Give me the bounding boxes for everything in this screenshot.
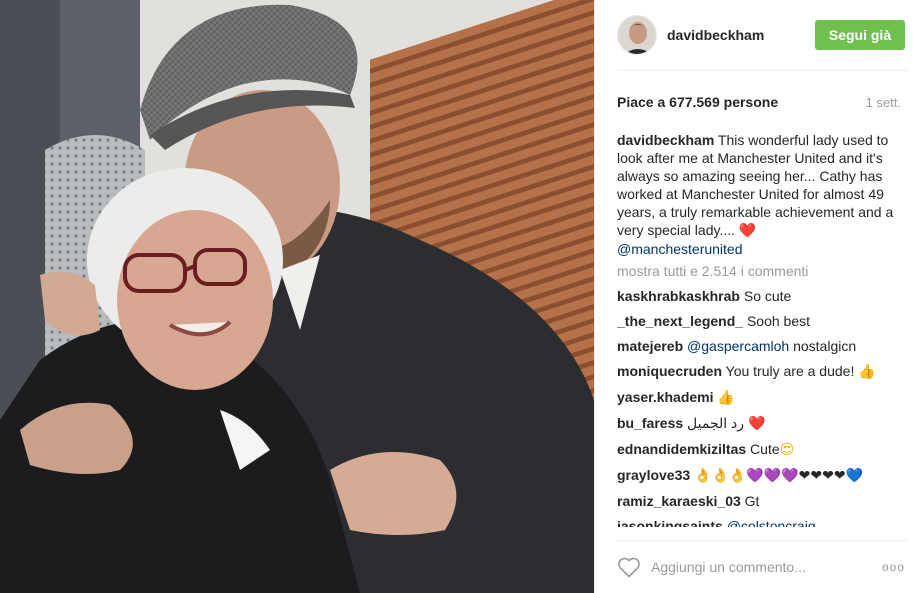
post-photo-illustration [0, 0, 594, 593]
comment-row: ramiz_karaeski_03 Gt [617, 492, 901, 510]
comment-row: matejereb @gaspercamloh nostalgicn [617, 337, 901, 355]
comment-text: Sooh best [746, 313, 811, 329]
instagram-post: davidbeckham Segui già Piace a 677.569 p… [0, 0, 918, 593]
heart-eyes-icon: 😍 [779, 442, 795, 458]
header-divider [617, 70, 907, 71]
comment-username[interactable]: yaser.khademi [617, 389, 714, 405]
post-author-username[interactable]: davidbeckham [667, 27, 815, 43]
comment-username[interactable]: ramiz_karaeski_03 [617, 493, 741, 509]
comment-text: You truly are a dude! [725, 363, 855, 379]
more-options-icon[interactable]: ooo [882, 560, 905, 574]
heart-icon: ❤️ [738, 223, 757, 239]
likes-count[interactable]: Piace a 677.569 persone [617, 94, 778, 110]
caption: davidbeckham This wonderful lady used to… [617, 131, 901, 258]
avatar-image [618, 16, 656, 54]
comment-row: bu_faress رد الجميل ❤️ [617, 414, 901, 433]
comment-row: moniquecruden You truly are a dude! 👍 [617, 362, 901, 381]
add-comment-input[interactable] [651, 558, 882, 575]
comment-row: graylove33 👌👌👌💜💜💜❤❤❤❤💙 [617, 466, 901, 485]
comment-text: رد الجميل [687, 415, 745, 431]
thumbs-up-icon: 👍 [717, 390, 735, 406]
comment-username[interactable]: matejereb [617, 338, 683, 354]
comment-row: kaskhrabkaskhrab So cute [617, 287, 901, 305]
following-button[interactable]: Segui già [815, 20, 905, 50]
comment-username[interactable]: jasonkingsaints [617, 518, 723, 527]
emoji-sequence-icon: 👌👌👌💜💜💜❤❤❤❤💙 [694, 468, 864, 484]
comment-username[interactable]: moniquecruden [617, 363, 722, 379]
comment-username[interactable]: _the_next_legend_ [617, 313, 743, 329]
comment-username[interactable]: ednandidemkiziltas [617, 441, 746, 457]
comment-text: So cute [743, 288, 792, 304]
caption-mention[interactable]: @manchesterunited [617, 241, 743, 257]
heart-icon: ❤️ [747, 416, 766, 432]
heart-outline-icon[interactable] [617, 556, 641, 578]
show-all-comments-link[interactable]: mostra tutti e 2.514 i commenti [617, 262, 901, 280]
thumbs-up-icon: 👍 [858, 364, 876, 380]
post-photo[interactable] [0, 0, 594, 593]
comment-username[interactable]: bu_faress [617, 415, 683, 431]
post-header: davidbeckham Segui già [595, 0, 918, 70]
comment-row: jasonkingsaints @colstoncraig [617, 517, 901, 527]
post-time[interactable]: 1 sett. [866, 95, 901, 110]
comment-row: yaser.khademi 👍 [617, 388, 901, 407]
caption-username[interactable]: davidbeckham [617, 132, 714, 148]
comment-username[interactable]: kaskhrabkaskhrab [617, 288, 740, 304]
post-footer: ooo [595, 540, 918, 593]
post-meta: Piace a 677.569 persone 1 sett. [617, 94, 901, 110]
comment-mention[interactable]: @colstoncraig [727, 518, 816, 527]
comment-text: nostalgicn [793, 338, 857, 354]
comment-row: _the_next_legend_ Sooh best [617, 312, 901, 330]
comment-username[interactable]: graylove33 [617, 467, 690, 483]
comment-mention[interactable]: @gaspercamloh [687, 338, 789, 354]
avatar[interactable] [617, 15, 657, 55]
comments-scrollbar[interactable] [911, 131, 914, 527]
side-panel: davidbeckham Segui già Piace a 677.569 p… [594, 0, 918, 593]
comment-text: Gt [744, 493, 760, 509]
comments-list[interactable]: davidbeckham This wonderful lady used to… [617, 131, 901, 527]
comment-text: Cute [750, 441, 780, 457]
comment-row: ednandidemkiziltas Cute😍 [617, 440, 901, 459]
